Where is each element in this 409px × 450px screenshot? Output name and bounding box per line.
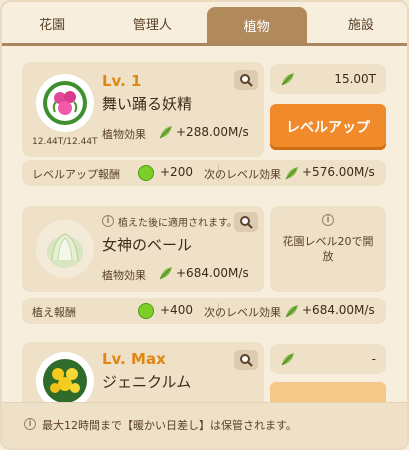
leaf-icon: [281, 73, 294, 86]
leaf-icon: [285, 305, 298, 318]
reward-value: +400: [160, 303, 193, 317]
veil-flower-icon: [47, 233, 83, 268]
cost-box-1: 15.00T: [270, 64, 386, 94]
level-up-button[interactable]: レベルアップ: [270, 104, 386, 150]
leaf-icon: [159, 126, 172, 139]
cost-value: -: [371, 352, 376, 366]
zoom-button[interactable]: [234, 212, 258, 232]
plants-panel: 花園 管理人 植物 施設 12.44T/12.44T Lv. 1 舞い踊る妖精 …: [0, 0, 409, 450]
reward-label: 植え報酬: [32, 306, 76, 319]
tab-garden[interactable]: 花園: [2, 3, 102, 43]
cost-box-3: -: [270, 344, 386, 374]
leaf-icon: [281, 353, 294, 366]
magnifier-icon: [240, 74, 253, 87]
plant-effect-label: 植物効果: [102, 269, 146, 282]
magnifier-icon: [240, 216, 253, 229]
zoom-button[interactable]: [234, 70, 258, 90]
info-icon: i: [322, 214, 334, 226]
reward-row-1: レベルアップ報酬 +200 次のレベル効果 +576.00M/s: [22, 160, 386, 186]
plant-level: Lv. 1: [102, 72, 142, 90]
tab-bar: 花園 管理人 植物 施設: [2, 2, 407, 46]
plant-effect-label: 植物効果: [102, 128, 146, 141]
magnifier-icon: [240, 354, 253, 367]
next-level-value: +684.00M/s: [302, 303, 375, 317]
plant-card-1: 12.44T/12.44T Lv. 1 舞い踊る妖精 植物効果 +288.00M…: [22, 62, 264, 157]
reward-coin-icon: [138, 165, 154, 181]
info-icon: i: [24, 418, 36, 430]
plant-name: 女神のベール: [102, 236, 193, 254]
info-icon: i: [102, 215, 114, 227]
tab-facilities[interactable]: 施設: [311, 3, 407, 43]
reward-label: レベルアップ報酬: [32, 168, 120, 181]
plant-name: ジェニクルム: [102, 373, 192, 391]
zoom-button[interactable]: [234, 350, 258, 370]
tab-manager[interactable]: 管理人: [102, 3, 202, 43]
locked-box: i 花園レベル20で開放: [270, 206, 386, 292]
next-level-label: 次のレベル効果: [204, 306, 281, 319]
plant-capacity: 12.44T/12.44T: [32, 137, 98, 147]
next-level-value: +576.00M/s: [302, 165, 375, 179]
leaf-icon: [285, 167, 298, 180]
plant-notice: 植えた後に適用されます。: [118, 218, 237, 229]
next-level-label: 次のレベル効果: [204, 168, 281, 181]
plant-image-fairy: [36, 74, 94, 132]
plant-effect-value: +684.00M/s: [176, 266, 249, 280]
reward-value: +200: [160, 165, 193, 179]
fairy-flower-icon: [43, 81, 87, 125]
cost-value: 15.00T: [334, 72, 376, 86]
plant-effect-value: +288.00M/s: [176, 125, 249, 139]
footer-text: 最大12時間まで【暖かい日差し】は保管されます。: [42, 419, 297, 432]
reward-row-2: 植え報酬 +400 次のレベル効果 +684.00M/s: [22, 298, 386, 324]
tab-plants[interactable]: 植物: [206, 7, 307, 43]
plant-level: Lv. Max: [102, 350, 166, 368]
yellow-flower-icon: [43, 359, 87, 403]
plant-name: 舞い踊る妖精: [102, 95, 193, 113]
plant-card-2: i 植えた後に適用されます。 女神のベール 植物効果 +684.00M/s: [22, 206, 264, 292]
plant-image-veil: [36, 220, 94, 278]
lock-text: 花園レベル20で開放: [282, 235, 374, 263]
reward-coin-icon: [138, 303, 154, 319]
leaf-icon: [159, 267, 172, 280]
footer-notice: i 最大12時間まで【暖かい日差し】は保管されます。: [2, 402, 407, 448]
